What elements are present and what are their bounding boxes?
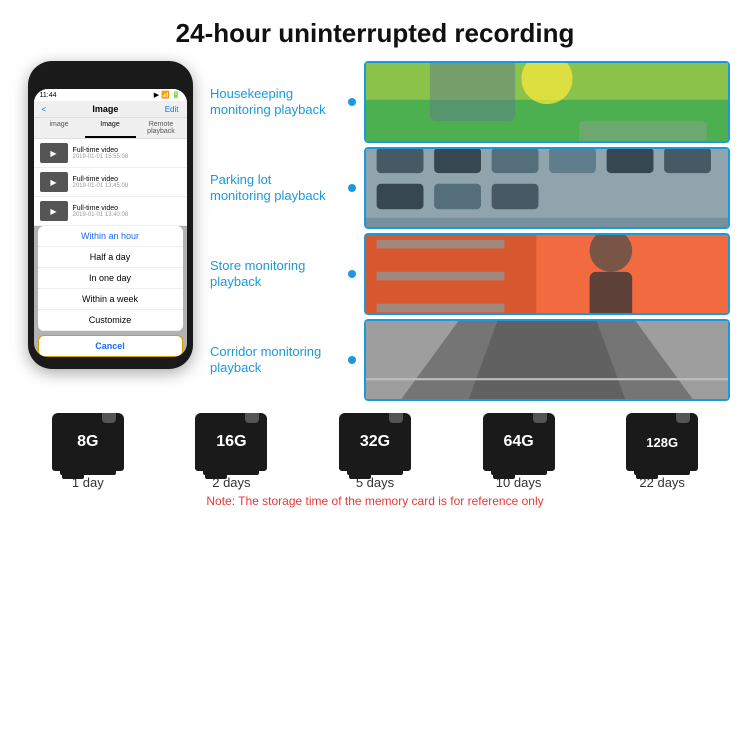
main-content: 11:44 ▶ 📶 🔋 < Image Edit image Image Rem… (0, 61, 750, 401)
sd-card-8g: 8G (52, 413, 124, 471)
connector-dot-4 (348, 356, 356, 364)
monitoring-label-1: Housekeepingmonitoring playback (210, 86, 340, 117)
phone-time: 11:44 (40, 92, 57, 99)
sd-card-128g: 128G (626, 413, 698, 471)
scene-corridor (364, 319, 730, 401)
scene-store (364, 233, 730, 315)
phone-tabs: image Image Remote playback (34, 118, 187, 139)
video-info-2: Full-time video 2019-01-01 13:45:08 (73, 176, 181, 189)
sd-notch-64g (533, 413, 547, 423)
dropdown-menu: Within an hour Half a day In one day Wit… (38, 226, 183, 331)
storage-cards: 8G 1 day 16G 2 days 32G 5 days 64G 10 da… (16, 413, 734, 490)
video-date-3: 2019-01-01 13:40:08 (73, 212, 181, 218)
scene-parking (364, 147, 730, 229)
video-thumb-2: ▶ (40, 172, 68, 192)
phone-tab-remote[interactable]: Remote playback (136, 118, 187, 138)
sd-label-16g: 16G (216, 433, 246, 451)
monitoring-row-4: Corridor monitoringplayback (210, 319, 730, 401)
video-item-3: ▶ Full-time video 2019-01-01 13:40:08 (34, 197, 187, 226)
video-thumb-1: ▶ (40, 143, 68, 163)
monitoring-row-3: Store monitoringplayback (210, 233, 730, 315)
scene-playground (364, 61, 730, 143)
phone-status-bar: 11:44 ▶ 📶 🔋 (34, 89, 187, 101)
monitoring-img-1 (364, 61, 730, 143)
storage-card-32g: 32G 5 days (339, 413, 411, 490)
dropdown-overlay: Within an hour Half a day In one day Wit… (34, 226, 187, 357)
connector-dot-2 (348, 184, 356, 192)
phone-nav-title: Image (92, 104, 118, 114)
video-item-2: ▶ Full-time video 2019-01-01 13:45:08 (34, 168, 187, 197)
phone-nav-bar: < Image Edit (34, 101, 187, 118)
monitoring-section: Housekeepingmonitoring playback Pa (210, 61, 730, 401)
sd-label-32g: 32G (360, 433, 390, 451)
video-item-1: ▶ Full-time video 2019-01-01 15:55:08 (34, 139, 187, 168)
monitoring-row-1: Housekeepingmonitoring playback (210, 61, 730, 143)
sd-notch-8g (102, 413, 116, 423)
video-thumb-3: ▶ (40, 201, 68, 221)
sd-notch-128g (676, 413, 690, 423)
storage-card-16g: 16G 2 days (195, 413, 267, 490)
phone-tab-image[interactable]: image (34, 118, 85, 138)
monitoring-label-4: Corridor monitoringplayback (210, 344, 340, 375)
sd-card-32g: 32G (339, 413, 411, 471)
phone-tab-image2[interactable]: Image (85, 118, 136, 138)
page-header: 24-hour uninterrupted recording (0, 0, 750, 61)
monitoring-img-2 (364, 147, 730, 229)
sd-card-64g: 64G (483, 413, 555, 471)
video-title-2: Full-time video (73, 176, 181, 183)
video-info-1: Full-time video 2019-01-01 15:55:08 (73, 147, 181, 160)
storage-card-128g: 128G 22 days (626, 413, 698, 490)
storage-section: 8G 1 day 16G 2 days 32G 5 days 64G 10 da… (0, 401, 750, 512)
connector-dot-3 (348, 270, 356, 278)
monitoring-img-4 (364, 319, 730, 401)
video-title-3: Full-time video (73, 205, 181, 212)
sd-label-128g: 128G (646, 435, 678, 450)
sd-label-8g: 8G (77, 433, 98, 451)
storage-note: Note: The storage time of the memory car… (16, 494, 734, 508)
dropdown-item-2[interactable]: In one day (38, 268, 183, 289)
phone-notch (80, 71, 140, 85)
monitoring-row-2: Parking lotmonitoring playback (210, 147, 730, 229)
storage-card-64g: 64G 10 days (483, 413, 555, 490)
phone-mockup: 11:44 ▶ 📶 🔋 < Image Edit image Image Rem… (28, 61, 193, 369)
dropdown-cancel-button[interactable]: Cancel (38, 335, 183, 357)
dropdown-item-1[interactable]: Half a day (38, 247, 183, 268)
dropdown-item-0[interactable]: Within an hour (38, 226, 183, 247)
dropdown-item-4[interactable]: Customize (38, 310, 183, 331)
phone-container: 11:44 ▶ 📶 🔋 < Image Edit image Image Rem… (20, 61, 200, 401)
storage-card-8g: 8G 1 day (52, 413, 124, 490)
sd-card-16g: 16G (195, 413, 267, 471)
page-title: 24-hour uninterrupted recording (0, 18, 750, 49)
phone-icons: ▶ 📶 🔋 (154, 91, 181, 99)
video-info-3: Full-time video 2019-01-01 13:40:08 (73, 205, 181, 218)
phone-nav-back[interactable]: < (42, 105, 47, 114)
video-title-1: Full-time video (73, 147, 181, 154)
dropdown-item-3[interactable]: Within a week (38, 289, 183, 310)
monitoring-label-3: Store monitoringplayback (210, 258, 340, 289)
monitoring-label-2: Parking lotmonitoring playback (210, 172, 340, 203)
phone-nav-edit[interactable]: Edit (165, 105, 179, 114)
connector-dot-1 (348, 98, 356, 106)
phone-screen: 11:44 ▶ 📶 🔋 < Image Edit image Image Rem… (34, 89, 187, 357)
sd-notch-16g (245, 413, 259, 423)
sd-notch-32g (389, 413, 403, 423)
video-date-1: 2019-01-01 15:55:08 (73, 154, 181, 160)
monitoring-img-3 (364, 233, 730, 315)
sd-label-64g: 64G (503, 433, 533, 451)
video-date-2: 2019-01-01 13:45:08 (73, 183, 181, 189)
